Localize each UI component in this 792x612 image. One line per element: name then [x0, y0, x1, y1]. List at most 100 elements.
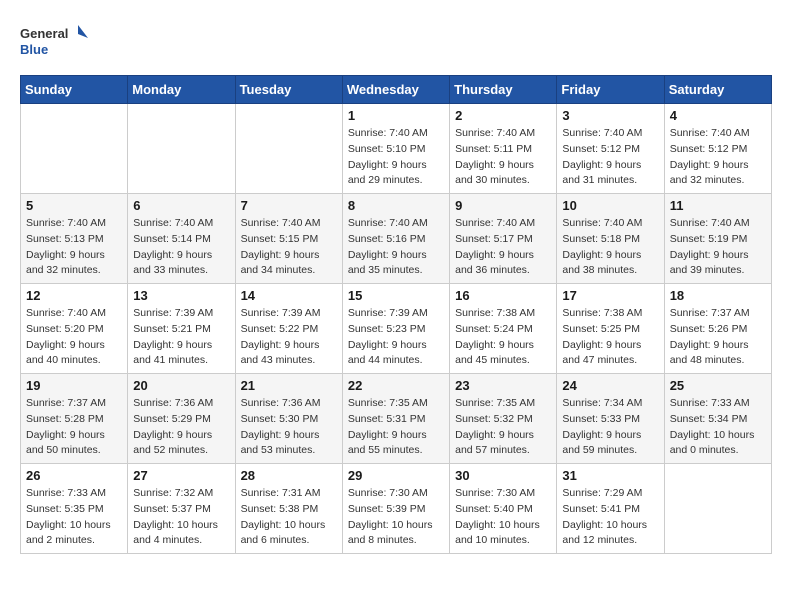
day-info: Sunrise: 7:40 AMSunset: 5:18 PMDaylight:… [562, 216, 658, 279]
day-cell: 11Sunrise: 7:40 AMSunset: 5:19 PMDayligh… [664, 194, 771, 284]
day-number: 25 [670, 378, 766, 393]
day-info: Sunrise: 7:39 AMSunset: 5:23 PMDaylight:… [348, 306, 444, 369]
week-row-3: 19 Sunrise: 7:37 AMSunset: 5:28 PMDayligh… [21, 374, 772, 464]
day-info: Sunrise: 7:40 AMSunset: 5:11 PMDaylight:… [455, 126, 551, 189]
day-number: 9 [455, 198, 551, 213]
day-cell: 22 Sunrise: 7:35 AMSunset: 5:31 PMDayligh… [342, 374, 449, 464]
day-number: 10 [562, 198, 658, 213]
day-info: Sunrise: 7:37 AMSunset: 5:28 PMDaylight:… [26, 396, 122, 459]
day-cell: 30 Sunrise: 7:30 AMSunset: 5:40 PMDayligh… [450, 464, 557, 554]
day-cell: 16Sunrise: 7:38 AMSunset: 5:24 PMDayligh… [450, 284, 557, 374]
day-number: 14 [241, 288, 337, 303]
day-number: 30 [455, 468, 551, 483]
day-number: 15 [348, 288, 444, 303]
header-cell-monday: Monday [128, 76, 235, 104]
day-info: Sunrise: 7:35 AMSunset: 5:32 PMDaylight:… [455, 396, 551, 459]
header: General Blue [20, 20, 772, 65]
day-info: Sunrise: 7:39 AMSunset: 5:21 PMDaylight:… [133, 306, 229, 369]
day-cell: 21 Sunrise: 7:36 AMSunset: 5:30 PMDayligh… [235, 374, 342, 464]
header-cell-sunday: Sunday [21, 76, 128, 104]
header-cell-friday: Friday [557, 76, 664, 104]
day-cell: 14 Sunrise: 7:39 AMSunset: 5:22 PMDayligh… [235, 284, 342, 374]
day-cell: 31Sunrise: 7:29 AMSunset: 5:41 PMDayligh… [557, 464, 664, 554]
day-info: Sunrise: 7:33 AMSunset: 5:35 PMDaylight:… [26, 486, 122, 549]
day-info: Sunrise: 7:36 AMSunset: 5:29 PMDaylight:… [133, 396, 229, 459]
day-cell: 26 Sunrise: 7:33 AMSunset: 5:35 PMDayligh… [21, 464, 128, 554]
day-number: 2 [455, 108, 551, 123]
day-cell: 28 Sunrise: 7:31 AMSunset: 5:38 PMDayligh… [235, 464, 342, 554]
day-cell: 5Sunrise: 7:40 AMSunset: 5:13 PMDaylight… [21, 194, 128, 284]
day-info: Sunrise: 7:37 AMSunset: 5:26 PMDaylight:… [670, 306, 766, 369]
day-number: 28 [241, 468, 337, 483]
day-number: 17 [562, 288, 658, 303]
day-info: Sunrise: 7:32 AMSunset: 5:37 PMDaylight:… [133, 486, 229, 549]
day-info: Sunrise: 7:38 AMSunset: 5:25 PMDaylight:… [562, 306, 658, 369]
week-row-4: 26 Sunrise: 7:33 AMSunset: 5:35 PMDayligh… [21, 464, 772, 554]
day-cell: 1 Sunrise: 7:40 AMSunset: 5:10 PMDaylight… [342, 104, 449, 194]
day-number: 3 [562, 108, 658, 123]
header-cell-wednesday: Wednesday [342, 76, 449, 104]
day-cell: 9 Sunrise: 7:40 AMSunset: 5:17 PMDaylight… [450, 194, 557, 284]
day-cell [128, 104, 235, 194]
header-cell-saturday: Saturday [664, 76, 771, 104]
day-number: 19 [26, 378, 122, 393]
week-row-1: 5Sunrise: 7:40 AMSunset: 5:13 PMDaylight… [21, 194, 772, 284]
day-number: 26 [26, 468, 122, 483]
day-number: 1 [348, 108, 444, 123]
day-cell [235, 104, 342, 194]
day-info: Sunrise: 7:29 AMSunset: 5:41 PMDaylight:… [562, 486, 658, 549]
day-number: 29 [348, 468, 444, 483]
day-info: Sunrise: 7:40 AMSunset: 5:14 PMDaylight:… [133, 216, 229, 279]
day-cell: 17 Sunrise: 7:38 AMSunset: 5:25 PMDayligh… [557, 284, 664, 374]
day-cell: 15 Sunrise: 7:39 AMSunset: 5:23 PMDayligh… [342, 284, 449, 374]
day-number: 21 [241, 378, 337, 393]
svg-text:General: General [20, 26, 68, 41]
day-cell: 7 Sunrise: 7:40 AMSunset: 5:15 PMDaylight… [235, 194, 342, 284]
week-row-2: 12Sunrise: 7:40 AMSunset: 5:20 PMDayligh… [21, 284, 772, 374]
logo-svg: General Blue [20, 20, 90, 65]
calendar-table: SundayMondayTuesdayWednesdayThursdayFrid… [20, 75, 772, 554]
day-cell: 4Sunrise: 7:40 AMSunset: 5:12 PMDaylight… [664, 104, 771, 194]
day-number: 7 [241, 198, 337, 213]
day-cell: 12Sunrise: 7:40 AMSunset: 5:20 PMDayligh… [21, 284, 128, 374]
day-number: 20 [133, 378, 229, 393]
day-info: Sunrise: 7:31 AMSunset: 5:38 PMDaylight:… [241, 486, 337, 549]
day-info: Sunrise: 7:30 AMSunset: 5:40 PMDaylight:… [455, 486, 551, 549]
day-number: 22 [348, 378, 444, 393]
day-cell: 2 Sunrise: 7:40 AMSunset: 5:11 PMDaylight… [450, 104, 557, 194]
header-row: SundayMondayTuesdayWednesdayThursdayFrid… [21, 76, 772, 104]
header-cell-tuesday: Tuesday [235, 76, 342, 104]
day-number: 13 [133, 288, 229, 303]
day-cell: 13 Sunrise: 7:39 AMSunset: 5:21 PMDayligh… [128, 284, 235, 374]
day-number: 23 [455, 378, 551, 393]
day-cell: 24 Sunrise: 7:34 AMSunset: 5:33 PMDayligh… [557, 374, 664, 464]
day-info: Sunrise: 7:36 AMSunset: 5:30 PMDaylight:… [241, 396, 337, 459]
day-cell: 10 Sunrise: 7:40 AMSunset: 5:18 PMDayligh… [557, 194, 664, 284]
day-info: Sunrise: 7:40 AMSunset: 5:20 PMDaylight:… [26, 306, 122, 369]
svg-text:Blue: Blue [20, 42, 48, 57]
day-info: Sunrise: 7:40 AMSunset: 5:16 PMDaylight:… [348, 216, 444, 279]
day-info: Sunrise: 7:34 AMSunset: 5:33 PMDaylight:… [562, 396, 658, 459]
day-number: 27 [133, 468, 229, 483]
day-cell: 27 Sunrise: 7:32 AMSunset: 5:37 PMDayligh… [128, 464, 235, 554]
day-info: Sunrise: 7:40 AMSunset: 5:17 PMDaylight:… [455, 216, 551, 279]
header-cell-thursday: Thursday [450, 76, 557, 104]
day-cell [21, 104, 128, 194]
day-cell: 8 Sunrise: 7:40 AMSunset: 5:16 PMDaylight… [342, 194, 449, 284]
logo: General Blue [20, 20, 90, 65]
day-info: Sunrise: 7:33 AMSunset: 5:34 PMDaylight:… [670, 396, 766, 459]
day-info: Sunrise: 7:35 AMSunset: 5:31 PMDaylight:… [348, 396, 444, 459]
day-info: Sunrise: 7:40 AMSunset: 5:10 PMDaylight:… [348, 126, 444, 189]
day-cell: 29Sunrise: 7:30 AMSunset: 5:39 PMDayligh… [342, 464, 449, 554]
day-number: 24 [562, 378, 658, 393]
day-cell: 25 Sunrise: 7:33 AMSunset: 5:34 PMDayligh… [664, 374, 771, 464]
day-cell: 6Sunrise: 7:40 AMSunset: 5:14 PMDaylight… [128, 194, 235, 284]
day-cell: 18Sunrise: 7:37 AMSunset: 5:26 PMDayligh… [664, 284, 771, 374]
day-info: Sunrise: 7:40 AMSunset: 5:19 PMDaylight:… [670, 216, 766, 279]
day-info: Sunrise: 7:40 AMSunset: 5:12 PMDaylight:… [670, 126, 766, 189]
day-number: 16 [455, 288, 551, 303]
day-info: Sunrise: 7:39 AMSunset: 5:22 PMDaylight:… [241, 306, 337, 369]
day-number: 8 [348, 198, 444, 213]
day-info: Sunrise: 7:40 AMSunset: 5:15 PMDaylight:… [241, 216, 337, 279]
day-cell: 23 Sunrise: 7:35 AMSunset: 5:32 PMDayligh… [450, 374, 557, 464]
